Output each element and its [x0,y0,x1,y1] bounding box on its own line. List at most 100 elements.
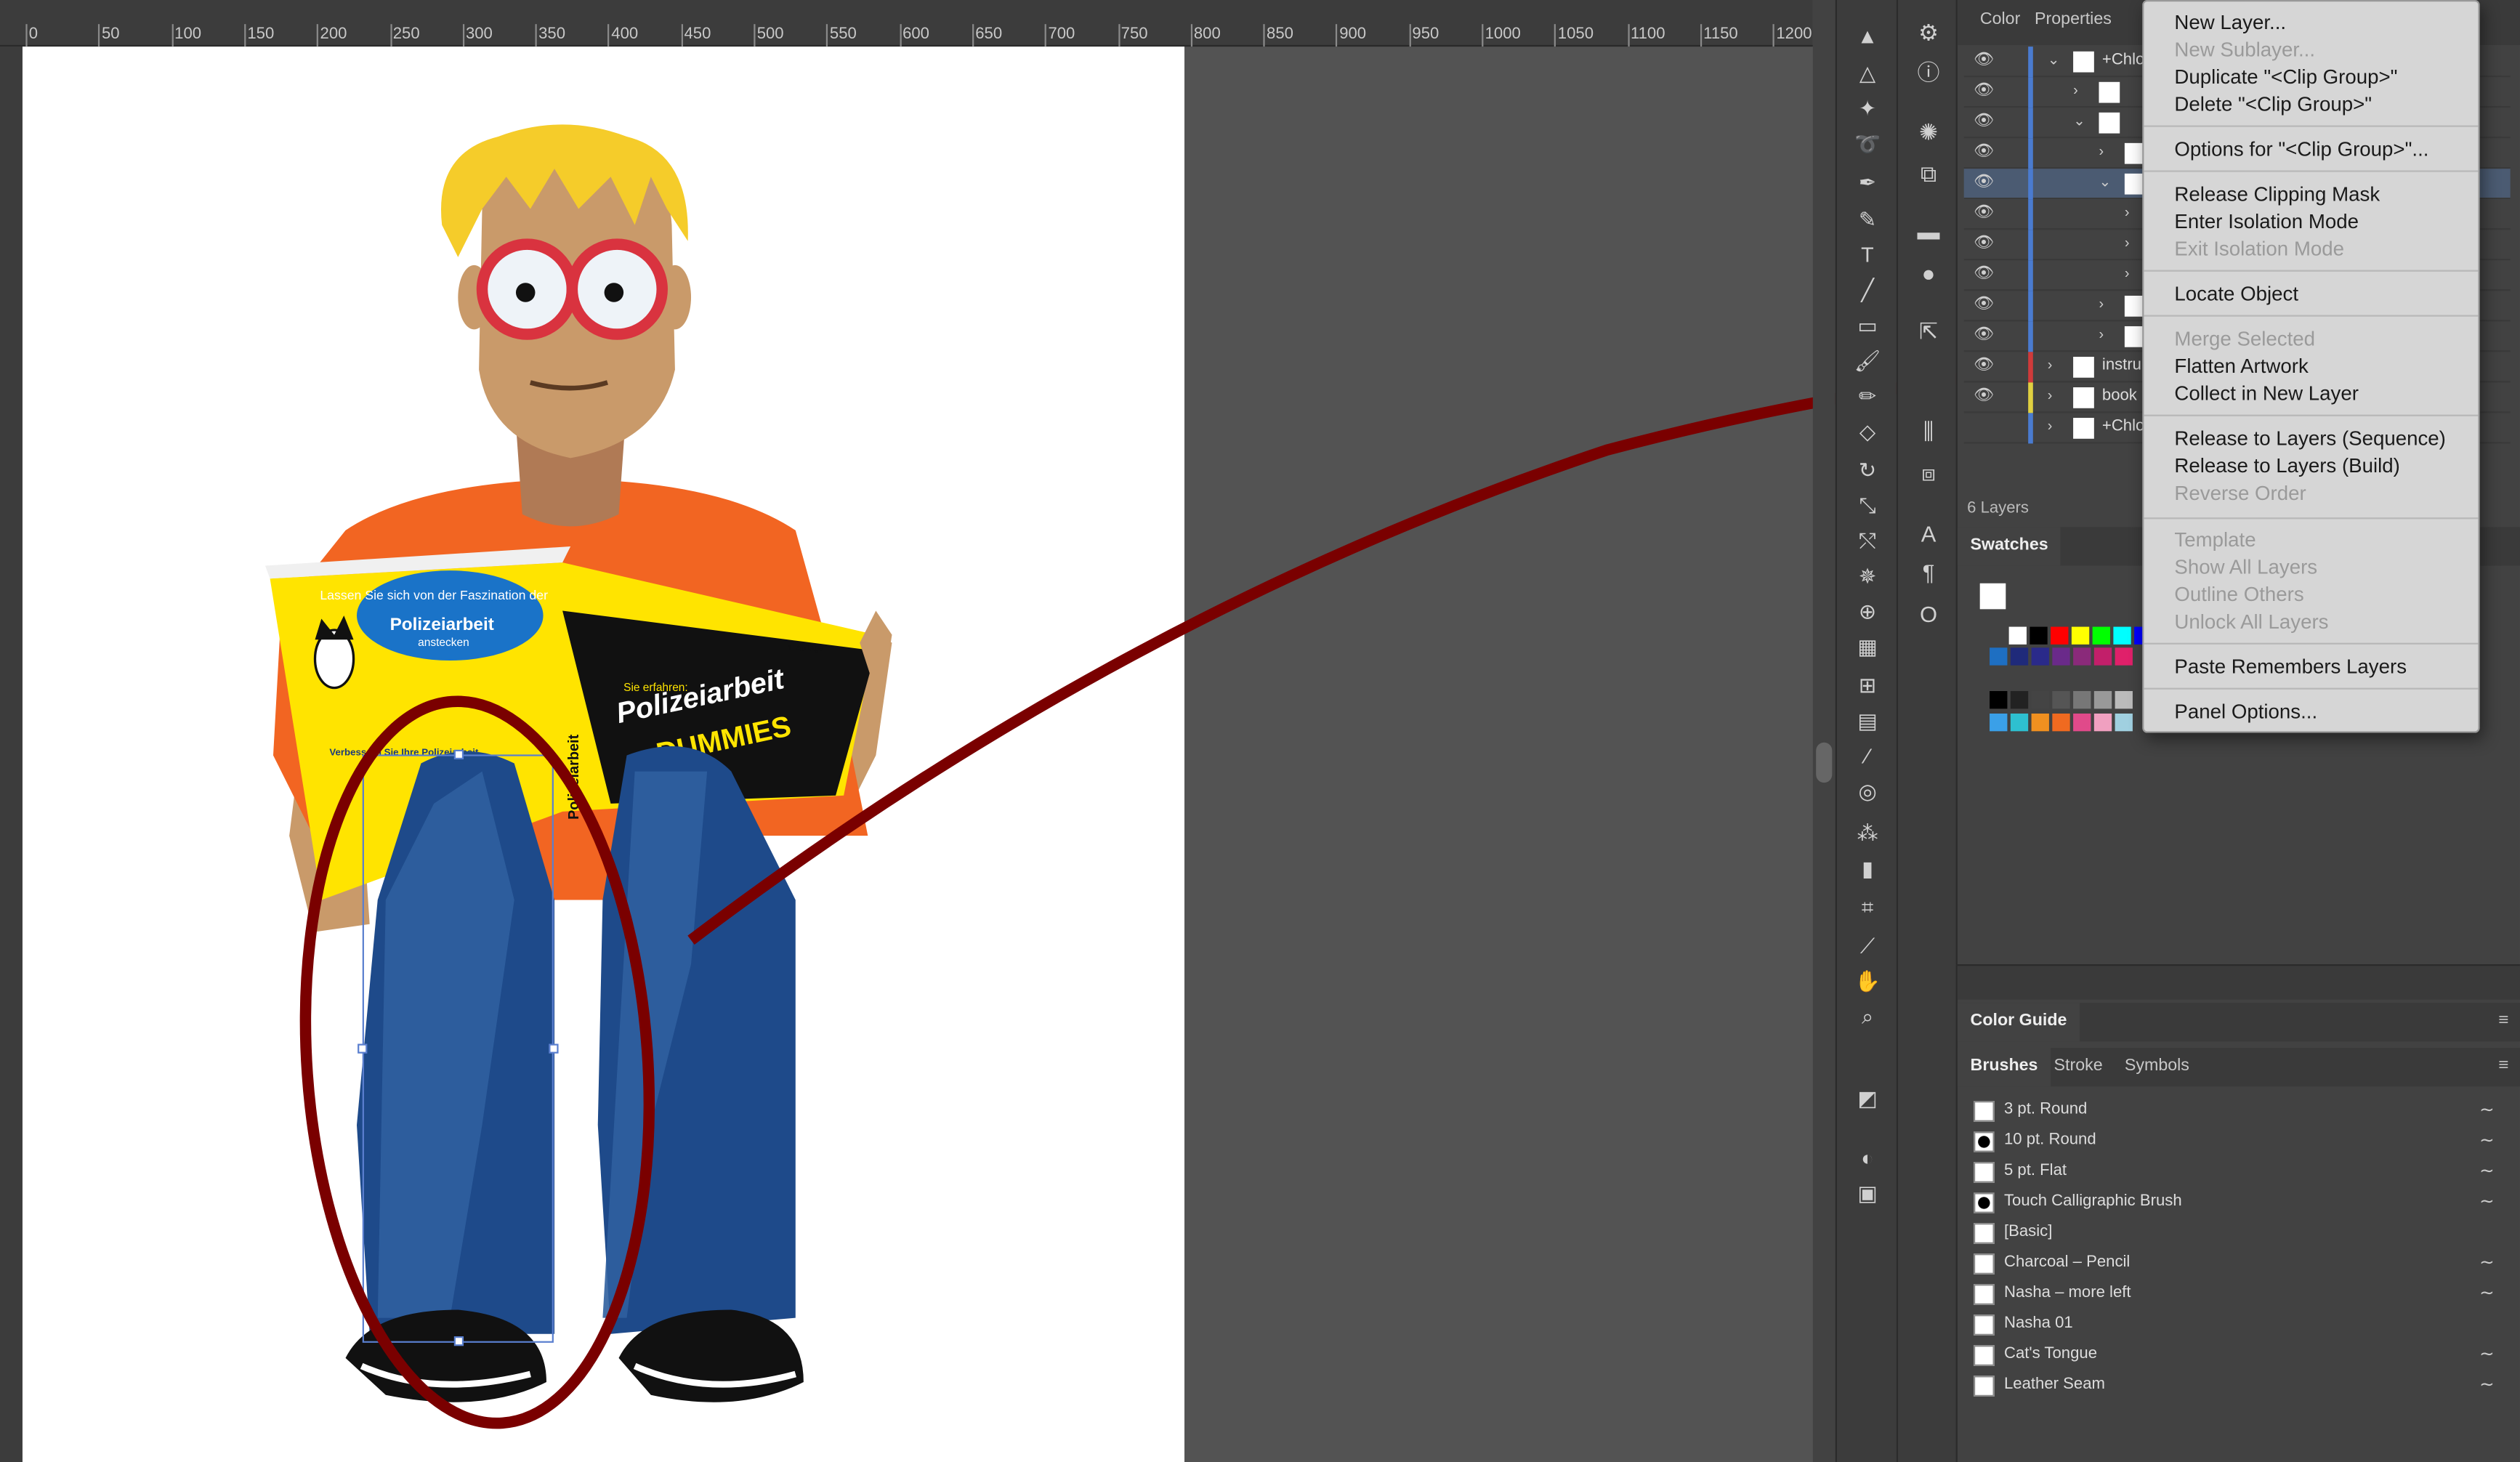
eyedropper-tool-icon[interactable]: ⁄ [1851,743,1883,772]
rectangle-tool-icon[interactable]: ▭ [1851,312,1883,341]
expand-chevron-icon[interactable]: › [2125,204,2130,220]
align-icon[interactable]: ⫼ [1913,415,1944,447]
brush-item[interactable]: [Basic] [1964,1218,2511,1248]
canvas-vertical-scrollbar[interactable] [1812,0,1836,1462]
transparency-icon[interactable]: ● [1913,257,1944,289]
gradient-panel-icon[interactable]: ▬ [1913,215,1944,247]
visibility-eye-icon[interactable]: 👁 [1974,265,1994,283]
mesh-tool-icon[interactable]: ⊞ [1851,671,1883,700]
visibility-eye-icon[interactable]: 👁 [1974,326,1994,344]
gradient-tool-icon[interactable]: ▤ [1851,707,1883,736]
expand-chevron-icon[interactable]: › [2048,387,2053,403]
expand-chevron-icon[interactable]: › [2073,82,2078,98]
swatch[interactable] [2008,626,2027,645]
sun-icon[interactable]: ✺ [1913,116,1944,148]
menu-item[interactable]: Flatten Artwork [2174,355,2308,378]
swatch[interactable] [2093,647,2112,666]
menu-item[interactable]: Collect in New Layer [2174,382,2359,405]
expand-chevron-icon[interactable]: › [2099,326,2104,342]
swatch[interactable] [2010,713,2029,732]
expand-chevron-icon[interactable]: ⌄ [2048,52,2060,69]
visibility-eye-icon[interactable]: 👁 [1974,204,1994,222]
brush-item[interactable]: 3 pt. Round ∼ [1964,1096,2511,1126]
visibility-eye-icon[interactable]: 👁 [1974,113,1994,130]
menu-item[interactable]: Delete "<Clip Group>" [2174,93,2372,116]
swatch[interactable] [2113,626,2131,645]
expand-chevron-icon[interactable]: › [2048,418,2053,434]
swatch[interactable] [1990,647,2008,666]
tab-properties[interactable]: Properties [2022,0,2124,45]
direct-selection-tool-icon[interactable]: △ [1851,60,1883,89]
swatch[interactable] [2030,626,2048,645]
tab-color-guide[interactable]: Color Guide [1957,1003,2080,1042]
info-icon[interactable]: ⓘ [1913,56,1944,88]
swatch[interactable] [2115,691,2133,709]
slice-tool-icon[interactable]: ⟋ [1851,932,1883,961]
visibility-eye-icon[interactable]: 👁 [1974,296,1994,313]
panel-menu-icon[interactable]: ≡ [2498,1011,2508,1030]
tab-stroke[interactable]: Stroke [2041,1048,2116,1086]
brush-item[interactable]: Nasha – more left ∼ [1964,1280,2511,1310]
gear-icon[interactable]: ⚙ [1913,16,1944,48]
transform-icon[interactable]: ⧉ [1913,158,1944,190]
fill-stroke-icon[interactable]: ◩ [1851,1085,1883,1114]
brushes-menu-icon[interactable]: ≡ [2498,1056,2508,1075]
puppet-warp-tool-icon[interactable]: ✵ [1851,562,1883,591]
tab-brushes[interactable]: Brushes [1957,1048,2051,1087]
menu-item[interactable]: Enter Isolation Mode [2174,211,2359,233]
menu-item[interactable]: Release to Layers (Sequence) [2174,427,2445,450]
line-tool-icon[interactable]: ╱ [1851,276,1883,305]
visibility-eye-icon[interactable]: 👁 [1974,174,1994,191]
selection-tool-icon[interactable]: ▲ [1851,23,1883,52]
tab-swatches[interactable]: Swatches [1957,527,2061,566]
paragraph-icon[interactable]: ¶ [1913,556,1944,588]
expand-chevron-icon[interactable]: › [2099,296,2104,312]
swatch[interactable] [2073,713,2091,732]
swatch[interactable] [2010,647,2029,666]
blend-tool-icon[interactable]: ◎ [1851,778,1883,807]
brush-item[interactable]: 5 pt. Flat ∼ [1964,1157,2511,1187]
brush-item[interactable]: Charcoal – Pencil ∼ [1964,1248,2511,1279]
shaper-tool-icon[interactable]: ✏ [1851,382,1883,411]
rotate-tool-icon[interactable]: ↻ [1851,456,1883,485]
swatch[interactable] [2052,647,2070,666]
swatch[interactable] [2115,713,2133,732]
export-icon[interactable]: ⇱ [1913,315,1944,347]
perspective-grid-tool-icon[interactable]: ▦ [1851,633,1883,662]
visibility-eye-icon[interactable]: 👁 [1974,357,1994,374]
menu-item[interactable]: Panel Options... [2174,700,2317,723]
paintbrush-tool-icon[interactable]: 🖌 [1851,347,1883,376]
expand-chevron-icon[interactable]: › [2125,235,2130,251]
expand-chevron-icon[interactable]: › [2099,143,2104,159]
menu-item[interactable]: Options for "<Clip Group>"... [2174,138,2428,161]
visibility-eye-icon[interactable]: 👁 [1974,52,1994,69]
menu-item[interactable]: Release Clipping Mask [2174,183,2380,206]
artboard-tool-icon[interactable]: ⌗ [1851,894,1883,923]
brush-item[interactable]: Touch Calligraphic Brush ∼ [1964,1187,2511,1218]
opentype-icon[interactable]: O [1913,598,1944,630]
screen-mode-icon[interactable]: ▣ [1851,1179,1883,1208]
swatch[interactable] [2052,713,2070,732]
swatch[interactable] [2010,691,2029,709]
swatch[interactable] [2073,691,2091,709]
menu-item[interactable]: Paste Remembers Layers [2174,655,2407,678]
visibility-eye-icon[interactable]: 👁 [1974,235,1994,252]
lasso-tool-icon[interactable]: ➰ [1851,130,1883,159]
visibility-eye-icon[interactable]: 👁 [1974,387,1994,405]
brush-item[interactable]: Leather Seam ∼ [1964,1371,2511,1402]
swatch[interactable] [2093,713,2112,732]
hand-tool-icon[interactable]: ✋ [1851,967,1883,996]
swatch[interactable] [2031,647,2049,666]
expand-chevron-icon[interactable]: ⌄ [2099,174,2111,191]
swatch[interactable] [2031,713,2049,732]
swatch[interactable] [2093,691,2112,709]
brush-item[interactable]: Nasha 01 [1964,1310,2511,1341]
swatch[interactable] [2031,691,2049,709]
swatch[interactable] [2071,626,2090,645]
shape-builder-tool-icon[interactable]: ⊕ [1851,598,1883,627]
swatch[interactable] [2115,647,2133,666]
expand-chevron-icon[interactable]: › [2125,265,2130,281]
width-tool-icon[interactable]: ⤲ [1851,527,1883,556]
expand-chevron-icon[interactable]: › [2048,357,2053,373]
swatch[interactable] [2051,626,2069,645]
